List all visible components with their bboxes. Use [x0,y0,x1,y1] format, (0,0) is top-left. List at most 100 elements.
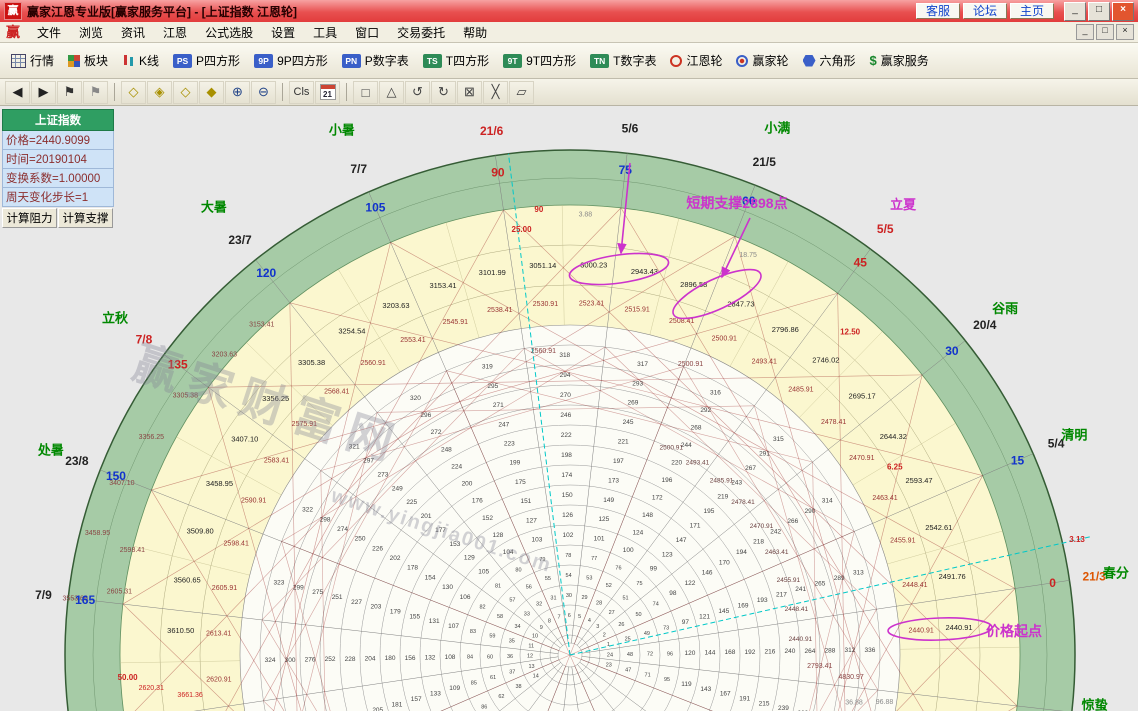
panel-field[interactable]: 价格=2440.9099 [2,131,114,150]
next-icon[interactable]: ▶ [31,81,56,104]
info-panel: 上证指数 价格=2440.9099时间=20190104变换系数=1.00000… [2,109,114,228]
svg-text:152: 152 [482,515,493,522]
mdi-close-button[interactable]: × [1116,24,1134,40]
svg-text:132: 132 [425,654,436,661]
svg-text:2448.41: 2448.41 [785,606,809,613]
toolbar-sectors[interactable]: 板块 [61,48,115,73]
svg-text:短期支撑2898点: 短期支撑2898点 [686,195,787,211]
svg-text:3203.63: 3203.63 [382,301,409,310]
menu-window[interactable]: 窗口 [346,23,388,42]
svg-text:3305.38: 3305.38 [298,358,325,367]
menu-tools[interactable]: 工具 [304,23,346,42]
gann-wheel-chart[interactable]: 2324123456789101112131447482526272829303… [0,106,1138,711]
svg-text:3356.25: 3356.25 [139,434,164,441]
svg-text:103: 103 [531,537,542,544]
zoom-out-icon[interactable]: ⊖ [251,81,276,104]
diamond-1-icon[interactable]: ◇ [121,81,146,104]
prev-icon[interactable]: ◀ [5,81,30,104]
support-button[interactable]: 客服 [916,3,960,19]
panel-field[interactable]: 时间=20190104 [2,150,114,169]
svg-text:178: 178 [407,565,418,572]
maximize-button[interactable]: □ [1088,2,1110,21]
svg-text:51: 51 [623,595,629,601]
menu-trading[interactable]: 交易委托 [388,23,454,42]
svg-text:2515.91: 2515.91 [625,306,650,313]
svg-text:62: 62 [498,694,504,700]
menu-items: 文件浏览资讯江恩公式选股设置工具窗口交易委托帮助 [28,23,496,42]
calc-support-button[interactable]: 计算支撑 [58,208,113,228]
chart-area: 2324123456789101112131447482526272829303… [0,106,1138,711]
square-tool-icon[interactable]: □ [353,81,378,104]
diamond-3-icon[interactable]: ◇ [173,81,198,104]
menu-help[interactable]: 帮助 [454,23,496,42]
toolbar-winner-wheel[interactable]: 赢家轮 [729,48,795,73]
toolbar-t-table[interactable]: TNT数字表 [583,48,663,73]
svg-text:2440.91: 2440.91 [789,636,813,643]
mdi-minimize-button[interactable]: _ [1076,24,1094,40]
svg-text:293: 293 [632,380,643,387]
svg-text:谷雨: 谷雨 [992,301,1018,316]
svg-text:151: 151 [520,498,531,505]
svg-text:2613.41: 2613.41 [206,631,231,638]
menu-view[interactable]: 浏览 [70,23,112,42]
main-toolbar: 行情板块K线PSP四方形9P9P四方形PNP数字表TST四方形9T9T四方形TN… [0,43,1138,79]
toolbar-quotes[interactable]: 行情 [4,48,61,73]
triangle-tool-icon[interactable]: △ [379,81,404,104]
toolbar-t-square[interactable]: TST四方形 [416,48,496,73]
toolbar-9p-square[interactable]: 9P9P四方形 [247,48,335,73]
svg-text:71: 71 [645,672,651,678]
svg-text:179: 179 [390,608,401,615]
toolbar-9t-square[interactable]: 9T9T四方形 [496,48,583,73]
diamond-2-icon[interactable]: ◈ [147,81,172,104]
svg-text:2598.41: 2598.41 [224,540,249,547]
svg-text:小暑: 小暑 [329,122,355,137]
menu-news[interactable]: 资讯 [112,23,154,42]
toolbar-p-square[interactable]: PSP四方形 [166,48,247,73]
cross-tool-icon[interactable]: ╳ [483,81,508,104]
panel-header: 上证指数 [2,109,114,131]
flag-outline-icon[interactable]: ⚑ [83,81,108,104]
close-button[interactable]: × [1112,2,1134,21]
menu-file[interactable]: 文件 [28,23,70,42]
svg-text:222: 222 [561,432,572,439]
menu-stock-picker[interactable]: 公式选股 [196,23,262,42]
svg-text:3.88: 3.88 [579,211,593,218]
toolbar-p-table[interactable]: PNP数字表 [335,48,416,73]
menu-settings[interactable]: 设置 [262,23,304,42]
svg-text:74: 74 [653,601,659,607]
svg-text:6: 6 [568,613,571,619]
mdi-restore-button[interactable]: □ [1096,24,1114,40]
toolbar-separator [114,83,115,101]
svg-text:5: 5 [578,614,581,620]
forum-button[interactable]: 论坛 [963,3,1007,19]
toolbar-winner-service[interactable]: 赢家服务 [863,48,936,73]
badge-icon: PN [342,54,361,68]
box-x-tool-icon[interactable]: ⊠ [457,81,482,104]
svg-text:59: 59 [489,634,495,640]
zoom-in-icon[interactable]: ⊕ [225,81,250,104]
svg-text:165: 165 [75,593,95,607]
svg-text:218: 218 [753,539,764,546]
toolbar-gann-wheel[interactable]: 江恩轮 [663,48,729,73]
toolbar-kline[interactable]: K线 [115,48,166,73]
rotate-ccw-icon[interactable]: ↺ [405,81,430,104]
menu-gann[interactable]: 江恩 [154,23,196,42]
svg-text:2500.91: 2500.91 [678,361,703,368]
flag-solid-icon[interactable]: ⚑ [57,81,82,104]
rotate-cw-icon[interactable]: ↻ [431,81,456,104]
polygon-tool-icon[interactable]: ▱ [509,81,534,104]
panel-field[interactable]: 周天变化步长=1 [2,188,114,207]
calc-resistance-button[interactable]: 计算阻力 [2,208,57,228]
svg-text:31: 31 [550,595,556,601]
svg-text:100: 100 [623,547,634,554]
calendar-21-icon[interactable]: 21 [315,81,340,104]
minimize-button[interactable]: _ [1064,2,1086,21]
cls-icon[interactable]: Cls [289,81,314,104]
svg-text:1: 1 [607,642,610,648]
svg-text:290: 290 [805,508,816,515]
home-button[interactable]: 主页 [1010,3,1054,19]
panel-field[interactable]: 变换系数=1.00000 [2,169,114,188]
toolbar-hexagon[interactable]: 六角形 [796,48,863,73]
svg-text:275: 275 [312,589,323,596]
diamond-4-icon[interactable]: ◆ [199,81,224,104]
